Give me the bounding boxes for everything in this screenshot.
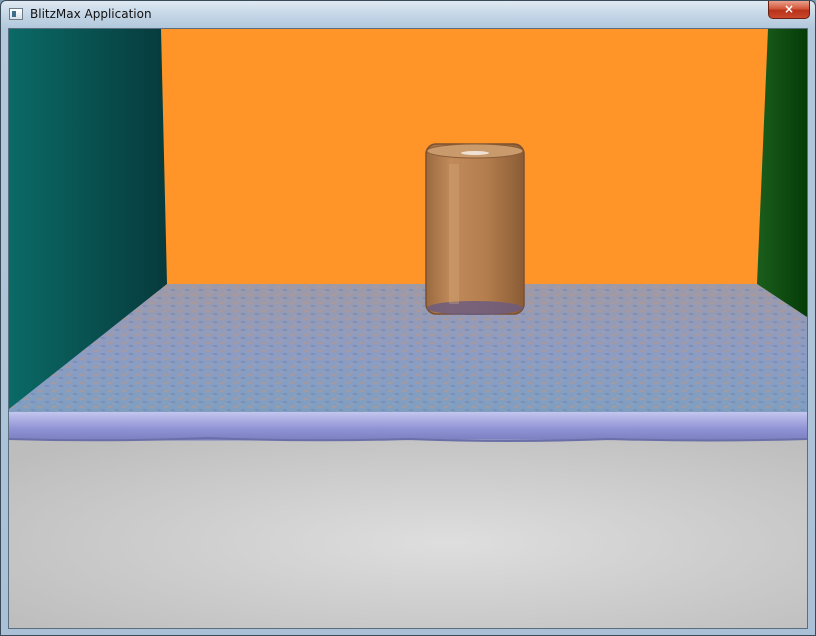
close-button[interactable]: × (768, 1, 810, 19)
title-bar[interactable]: BlitzMax Application × (1, 1, 815, 28)
application-icon[interactable] (9, 8, 23, 20)
water-edge (9, 412, 807, 441)
render-viewport[interactable] (8, 28, 808, 629)
floor (9, 439, 807, 628)
window-title: BlitzMax Application (30, 7, 152, 21)
fluid-scene (9, 29, 807, 628)
app-window: BlitzMax Application × (0, 0, 816, 636)
glass-cylinder (425, 143, 525, 315)
